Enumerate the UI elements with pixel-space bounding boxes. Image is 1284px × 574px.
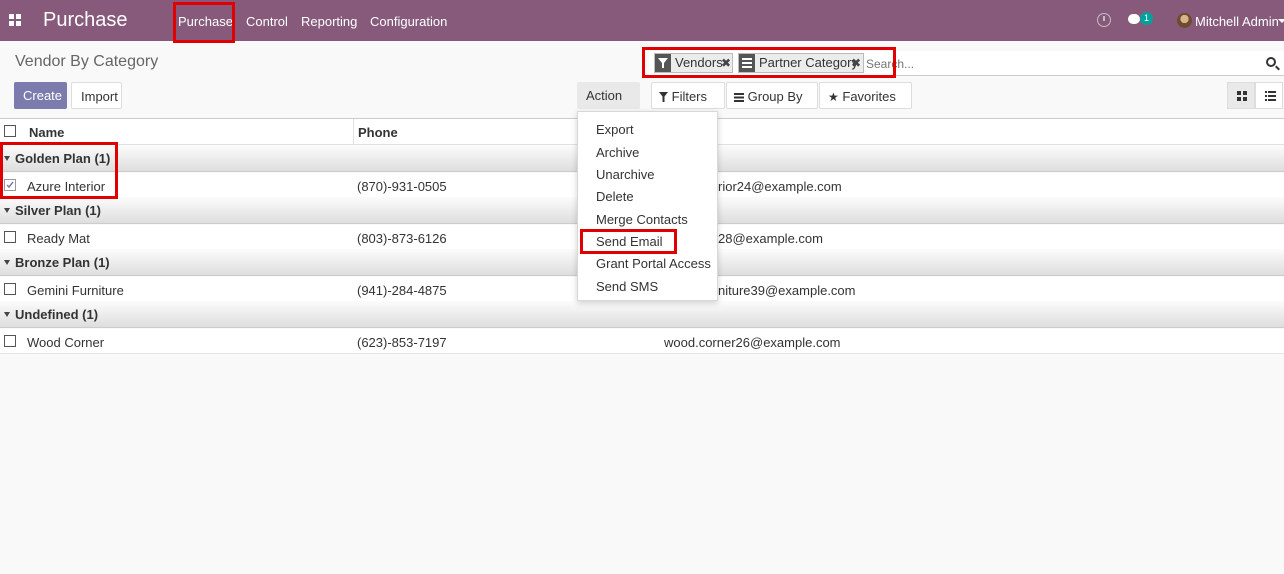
row-checkbox[interactable]	[4, 335, 16, 347]
menu-configuration[interactable]: Configuration	[370, 14, 447, 29]
group-row[interactable]: Undefined (1)	[0, 301, 1284, 328]
group-label: Undefined (1)	[15, 307, 99, 322]
menu-item-send-sms[interactable]: Send SMS	[596, 279, 658, 294]
highlight-send-email	[580, 229, 677, 254]
row-checkbox[interactable]	[4, 231, 16, 243]
create-button[interactable]: Create	[14, 82, 67, 109]
star-icon: ★	[828, 90, 839, 104]
select-all-checkbox[interactable]	[4, 125, 16, 137]
favorites-label: Favorites	[842, 89, 896, 104]
activity-clock-icon[interactable]	[1097, 13, 1111, 27]
page-title: Vendor By Category	[15, 53, 159, 70]
column-divider	[353, 119, 354, 145]
cell-name: Wood Corner	[27, 335, 105, 350]
filters-button[interactable]: Filters	[651, 82, 725, 127]
action-label: Action	[586, 88, 623, 103]
menu-item-delete[interactable]: Delete	[596, 189, 634, 204]
cell-phone: (941)-284-4875	[357, 283, 447, 298]
highlight-purchase-menu	[173, 2, 235, 43]
app-brand[interactable]: Purchase	[43, 9, 128, 32]
menu-item-merge-contacts[interactable]: Merge Contacts	[596, 212, 688, 227]
column-phone[interactable]: Phone	[358, 125, 398, 140]
menu-item-grant-portal-access[interactable]: Grant Portal Access	[596, 256, 711, 271]
chat-icon[interactable]	[1128, 14, 1140, 24]
list-view-icon[interactable]	[1255, 82, 1283, 109]
cell-email: niture39@example.com	[718, 283, 856, 298]
import-button[interactable]: Import	[71, 82, 122, 109]
highlight-golden-plan-row	[0, 142, 118, 199]
group-label: Silver Plan (1)	[15, 203, 101, 218]
notification-badge: 1	[1140, 12, 1153, 25]
menu-item-export[interactable]: Export	[596, 122, 634, 137]
favorites-button[interactable]: ★ Favorites	[819, 82, 912, 128]
groupby-label: Group By	[747, 89, 803, 104]
action-dropdown-menu: Export Archive Unarchive Delete Merge Co…	[577, 111, 718, 301]
action-button[interactable]: Action	[577, 82, 640, 126]
caret-down-icon	[4, 312, 10, 317]
view-switcher	[1227, 82, 1284, 109]
menu-control[interactable]: Control	[246, 14, 288, 29]
cell-name: Gemini Furniture	[27, 283, 124, 298]
caret-down-icon	[4, 260, 10, 265]
avatar[interactable]	[1177, 13, 1192, 28]
cell-email: wood.corner26@example.com	[664, 335, 841, 350]
search-icon[interactable]	[1266, 57, 1276, 67]
search-input[interactable]	[866, 54, 1246, 73]
menu-item-archive[interactable]: Archive	[596, 145, 639, 160]
column-name[interactable]: Name	[29, 125, 64, 140]
user-menu[interactable]: Mitchell Admin	[1195, 14, 1279, 29]
cell-email: 28@example.com	[718, 231, 823, 246]
highlight-search-facets	[642, 47, 896, 78]
group-label: Bronze Plan (1)	[15, 255, 110, 270]
menu-item-unarchive[interactable]: Unarchive	[596, 167, 655, 182]
apps-grid-icon[interactable]	[9, 14, 21, 26]
cell-phone: (623)-853-7197	[357, 335, 447, 350]
cell-phone: (803)-873-6126	[357, 231, 447, 246]
chevron-down-icon[interactable]	[1278, 19, 1284, 23]
filter-icon	[659, 92, 668, 102]
cell-phone: (870)-931-0505	[357, 179, 447, 194]
filters-label: Filters	[671, 89, 708, 104]
table-row[interactable]: Wood Corner (623)-853-7197 wood.corner26…	[0, 329, 1284, 354]
groupby-button[interactable]: Group By	[726, 82, 818, 127]
cell-name: Ready Mat	[27, 231, 90, 246]
row-checkbox[interactable]	[4, 283, 16, 295]
kanban-view-icon[interactable]	[1227, 82, 1255, 109]
menu-reporting[interactable]: Reporting	[301, 14, 357, 29]
caret-down-icon	[4, 208, 10, 213]
list-icon	[734, 93, 744, 102]
cell-email: rior24@example.com	[718, 179, 842, 194]
